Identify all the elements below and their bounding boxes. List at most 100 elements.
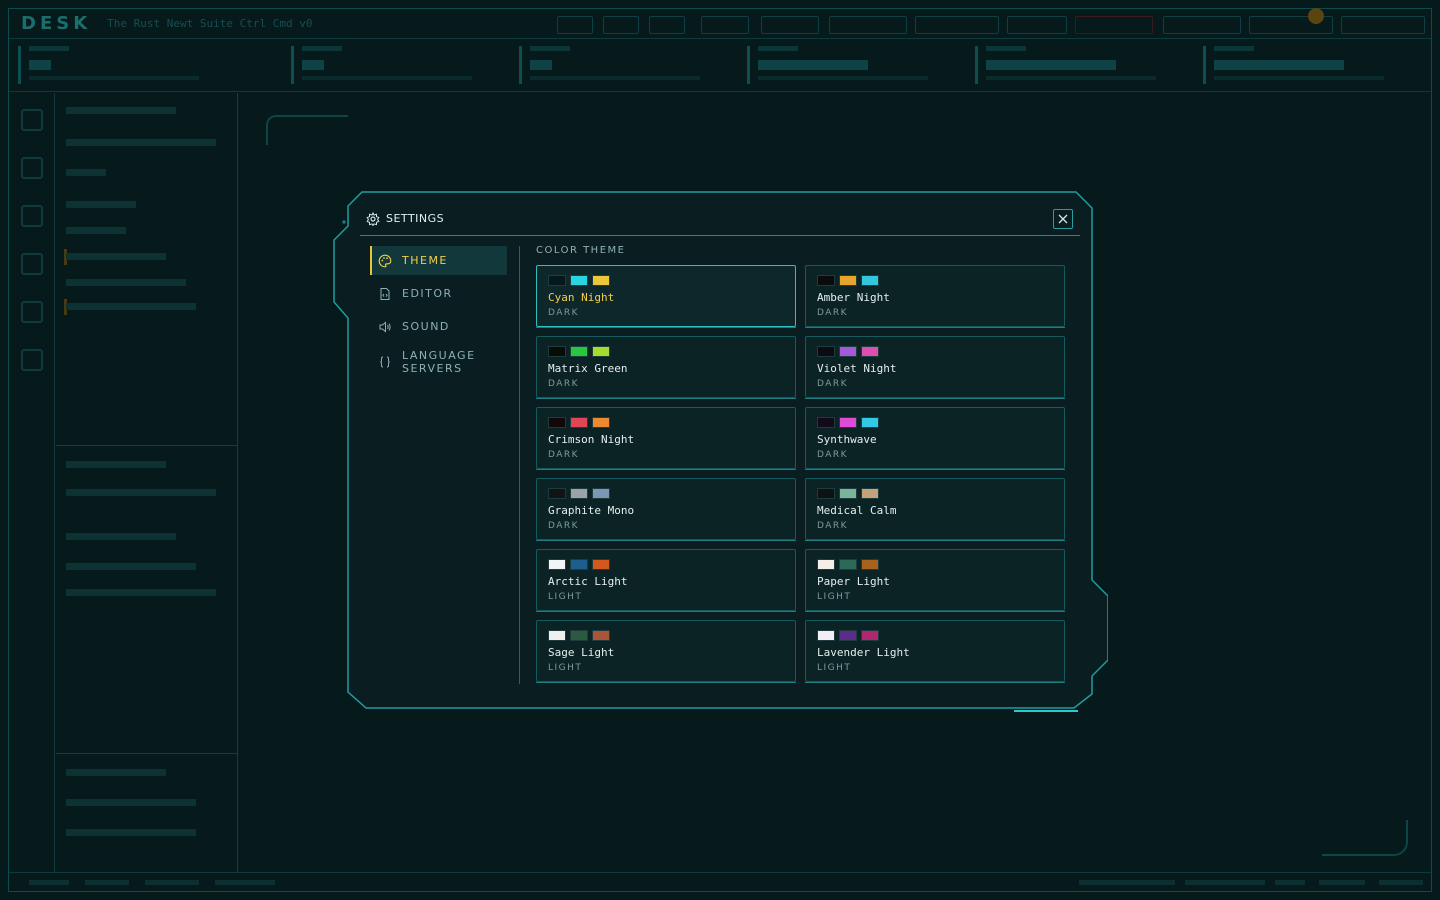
theme-mode: DARK [548,521,580,531]
color-swatch [817,417,835,428]
theme-name: Violet Night [817,362,897,375]
toolbar-pill [701,16,749,34]
theme-swatches [817,346,879,357]
color-swatch [861,559,879,570]
toolbar-pill [649,16,685,34]
theme-mode: LIGHT [548,663,583,673]
color-swatch [548,559,566,570]
app-logo: DESK [21,13,92,34]
rail-icon [21,301,43,323]
theme-swatches [548,559,610,570]
left-rail [9,93,55,873]
nav-item-language-servers[interactable]: LANGUAGE SERVERS [370,345,507,379]
settings-nav: THEME EDITOR SOUND LANGUAGE SERVERS [370,246,520,383]
theme-swatches [817,417,879,428]
section-title: COLOR THEME [536,245,626,256]
color-swatch [839,559,857,570]
color-swatch [839,417,857,428]
theme-card-violet-night[interactable]: Violet Night DARK [805,336,1065,399]
theme-name: Synthwave [817,433,877,446]
toolbar-pill [761,16,819,34]
theme-card-medical-calm[interactable]: Medical Calm DARK [805,478,1065,541]
color-swatch [548,417,566,428]
color-swatch [548,630,566,641]
theme-swatches [817,630,879,641]
theme-card-paper-light[interactable]: Paper Light LIGHT [805,549,1065,612]
toolbar-pill [1341,16,1425,34]
theme-mode: DARK [817,379,849,389]
toolbar-pill [915,16,999,34]
color-swatch [839,630,857,641]
notification-dot [1308,8,1324,24]
theme-mode: DARK [817,521,849,531]
corner-bracket [1322,820,1408,856]
theme-card-arctic-light[interactable]: Arctic Light LIGHT [536,549,796,612]
theme-card-matrix-green[interactable]: Matrix Green DARK [536,336,796,399]
theme-mode: DARK [548,379,580,389]
color-swatch [861,417,879,428]
theme-panel: COLOR THEME Cyan Night DARK Amber Night DAR… [536,244,1066,683]
nav-item-label: SOUND [402,320,450,333]
color-swatch [592,630,610,641]
theme-name: Paper Light [817,575,890,588]
toolbar-pill [557,16,593,34]
stat-card [291,46,501,84]
nav-item-label: THEME [402,254,448,267]
theme-name: Arctic Light [548,575,628,588]
app-tagline: The Rust Newt Suite Ctrl Cmd v0 [107,17,313,30]
stat-card [519,46,729,84]
toolbar-pill [1163,16,1241,34]
stat-card [747,46,957,84]
rail-icon [21,253,43,275]
close-button[interactable] [1053,209,1073,229]
file-code-icon [378,287,392,301]
color-swatch [861,275,879,286]
color-swatch [570,488,588,499]
rail-icon [21,349,43,371]
nav-divider [519,246,520,684]
color-swatch [817,275,835,286]
theme-card-crimson-night[interactable]: Crimson Night DARK [536,407,796,470]
nav-item-theme[interactable]: THEME [370,246,507,275]
color-swatch [817,488,835,499]
nav-item-label: LANGUAGE SERVERS [402,349,476,375]
theme-name: Lavender Light [817,646,910,659]
toolbar-pill [1007,16,1067,34]
color-swatch [592,275,610,286]
theme-mode: LIGHT [817,663,852,673]
color-swatch [570,417,588,428]
rail-icon [21,205,43,227]
color-swatch [839,346,857,357]
color-swatch [592,346,610,357]
theme-card-sage-light[interactable]: Sage Light LIGHT [536,620,796,683]
toolbar-pill [603,16,639,34]
theme-card-cyan-night[interactable]: Cyan Night DARK [536,265,796,328]
color-swatch [861,630,879,641]
corner-bracket [266,115,348,145]
theme-name: Matrix Green [548,362,628,375]
color-swatch [570,559,588,570]
modal-title: SETTINGS [386,212,445,225]
color-swatch [548,488,566,499]
theme-card-graphite-mono[interactable]: Graphite Mono DARK [536,478,796,541]
theme-card-lavender-light[interactable]: Lavender Light LIGHT [805,620,1065,683]
top-bar: DESK The Rust Newt Suite Ctrl Cmd v0 [9,9,1431,39]
theme-grid: Cyan Night DARK Amber Night DARK Matrix Gree… [536,265,1066,683]
palette-icon [378,254,392,268]
color-swatch [861,488,879,499]
nav-item-sound[interactable]: SOUND [370,312,507,341]
modal-header: SETTINGS [360,202,1080,236]
theme-swatches [817,275,879,286]
theme-swatches [817,488,879,499]
color-swatch [592,488,610,499]
color-swatch [548,275,566,286]
theme-card-synthwave[interactable]: Synthwave DARK [805,407,1065,470]
nav-item-editor[interactable]: EDITOR [370,279,507,308]
braces-icon [378,355,392,369]
color-swatch [839,275,857,286]
theme-mode: LIGHT [817,592,852,602]
theme-card-amber-night[interactable]: Amber Night DARK [805,265,1065,328]
theme-swatches [817,559,879,570]
close-icon [1058,214,1068,224]
theme-mode: DARK [817,308,849,318]
